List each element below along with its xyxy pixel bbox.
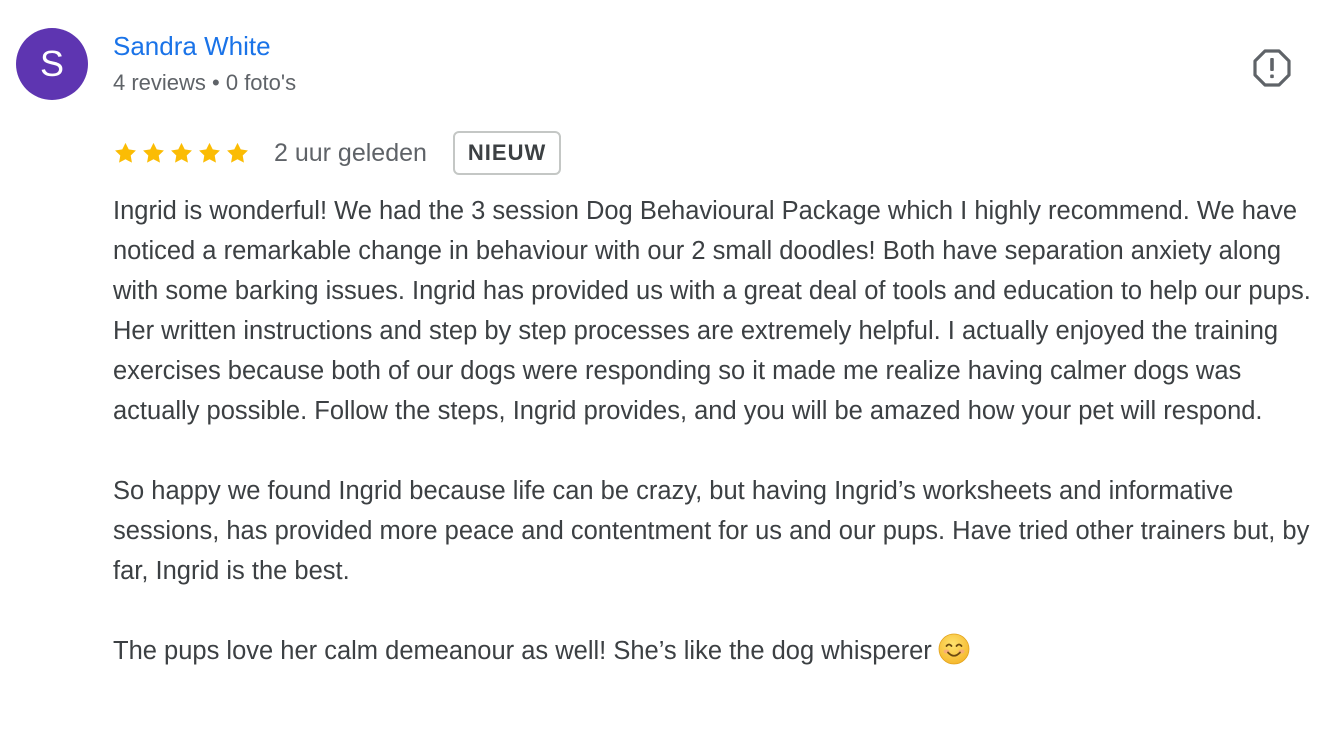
- star-icon: [199, 142, 220, 163]
- review-paragraph-3: The pups love her calm demeanour as well…: [113, 631, 1323, 671]
- star-icon: [143, 142, 164, 163]
- review-card: S Sandra White 4 reviews • 0 foto's 2 uu…: [0, 0, 1342, 736]
- star-icon: [227, 142, 248, 163]
- report-flag-icon[interactable]: [1252, 48, 1292, 88]
- rating-row: 2 uur geleden NIEUW: [113, 130, 562, 176]
- review-paragraph-3-text: The pups love her calm demeanour as well…: [113, 637, 932, 665]
- author-name-link[interactable]: Sandra White: [113, 31, 271, 62]
- star-icon: [115, 142, 136, 163]
- review-timestamp: 2 uur geleden: [274, 138, 427, 167]
- avatar[interactable]: S: [16, 28, 88, 100]
- author-meta: 4 reviews • 0 foto's: [113, 70, 297, 95]
- star-icon: [171, 142, 192, 163]
- smiling-face-emoji: [938, 633, 970, 665]
- review-paragraph-1: Ingrid is wonderful! We had the 3 sessio…: [113, 197, 1311, 425]
- review-paragraph-2: So happy we found Ingrid because life ca…: [113, 477, 1310, 585]
- star-rating: [113, 141, 250, 166]
- review-text: Ingrid is wonderful! We had the 3 sessio…: [113, 191, 1323, 671]
- new-badge: NIEUW: [452, 131, 562, 175]
- avatar-initial: S: [39, 43, 64, 84]
